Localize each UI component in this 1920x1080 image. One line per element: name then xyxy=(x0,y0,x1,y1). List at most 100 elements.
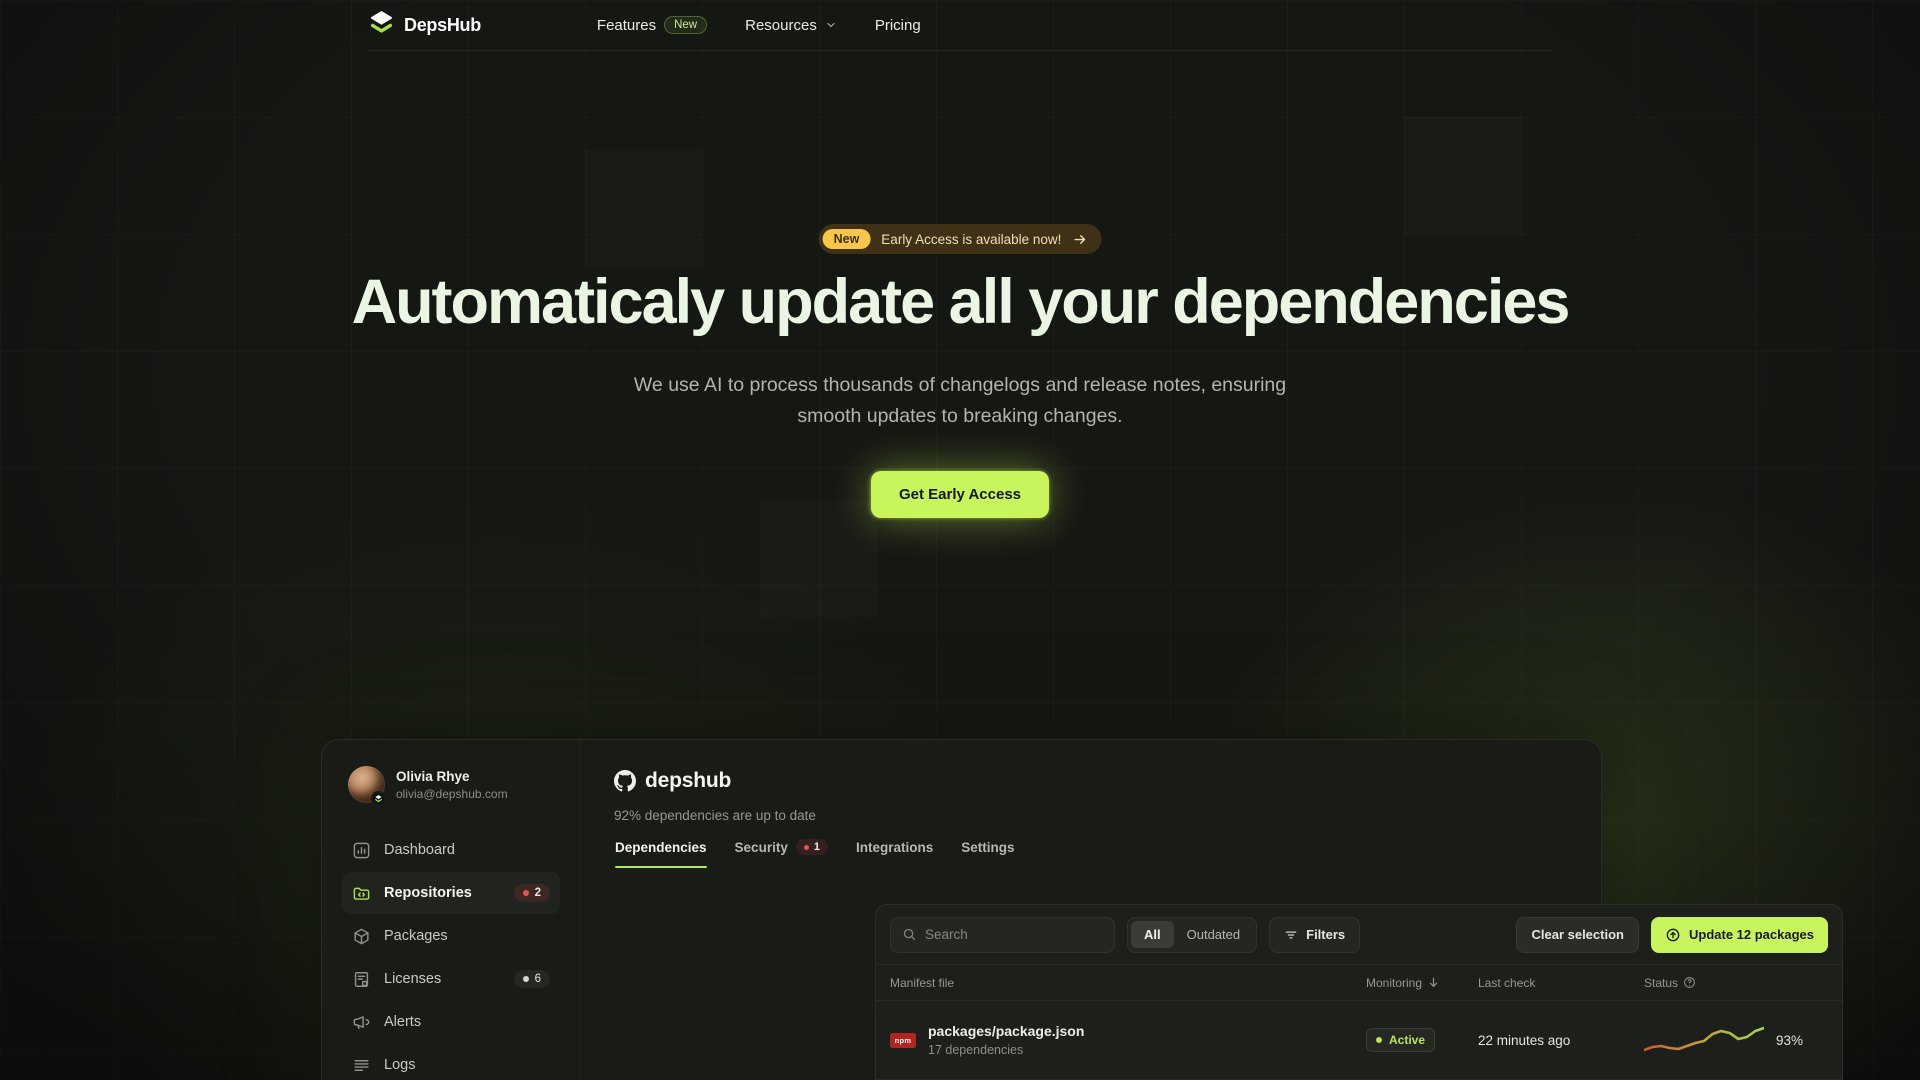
red-dot-icon xyxy=(523,890,529,896)
repo-header: depshub xyxy=(614,769,731,793)
filters-label: Filters xyxy=(1306,927,1345,942)
hero-title: Automaticaly update all your dependencie… xyxy=(0,266,1920,338)
licenses-icon xyxy=(352,970,371,989)
repo-summary: 92% dependencies are up to date xyxy=(614,808,816,823)
segment-outdated[interactable]: Outdated xyxy=(1174,921,1254,948)
tab-dependencies[interactable]: Dependencies xyxy=(615,839,707,868)
segment-all[interactable]: All xyxy=(1131,921,1174,948)
grid-highlight-cell xyxy=(585,150,702,267)
column-monitoring[interactable]: Monitoring xyxy=(1366,976,1478,990)
sidebar-item-repositories[interactable]: Repositories 2 xyxy=(342,872,560,914)
column-status[interactable]: Status xyxy=(1644,976,1828,990)
column-label: Status xyxy=(1644,976,1678,990)
top-navbar: DepsHub Features New Resources Pricing xyxy=(368,0,1552,51)
nav-new-badge: New xyxy=(664,16,707,34)
sidebar-item-label: Packages xyxy=(384,928,448,944)
licenses-count-badge: 6 xyxy=(514,970,550,988)
clear-selection-button[interactable]: Clear selection xyxy=(1516,917,1639,953)
toolbar: All Outdated Filters Clear selection Upd… xyxy=(876,905,1842,964)
red-dot-icon xyxy=(804,845,809,850)
nav-item-label: Resources xyxy=(745,17,817,34)
monitoring-active-badge: Active xyxy=(1366,1028,1435,1052)
manifest-cell: npm packages/package.json 17 dependencie… xyxy=(890,1023,1366,1057)
help-circle-icon xyxy=(1683,976,1696,989)
column-manifest-file[interactable]: Manifest file xyxy=(890,976,1366,990)
packages-icon xyxy=(352,927,371,946)
nav-item-label: Pricing xyxy=(875,17,921,34)
search-input[interactable] xyxy=(925,927,1103,942)
status-sparkline-chart xyxy=(1644,1020,1764,1060)
table-row[interactable]: npm packages/package.json 17 dependencie… xyxy=(876,1001,1842,1079)
filters-button[interactable]: Filters xyxy=(1269,917,1360,953)
circle-arrow-up-icon xyxy=(1665,927,1681,943)
hero-subtitle-line: smooth updates to breaking changes. xyxy=(634,401,1286,432)
chevron-down-icon xyxy=(825,19,837,31)
sort-descending-icon xyxy=(1427,976,1440,989)
lime-dot-icon xyxy=(1376,1037,1382,1043)
neutral-dot-icon xyxy=(523,976,529,982)
sidebar-item-licenses[interactable]: Licenses 6 xyxy=(342,958,560,1000)
table-header: Manifest file Monitoring Last check Stat… xyxy=(876,964,1842,1001)
tab-label: Integrations xyxy=(856,840,933,855)
badge-count: 1 xyxy=(814,841,820,853)
depshub-logo-icon xyxy=(368,9,395,41)
sidebar-item-packages[interactable]: Packages xyxy=(342,915,560,957)
badge-count: 2 xyxy=(535,887,541,899)
tab-integrations[interactable]: Integrations xyxy=(856,839,933,868)
app-main: depshub 92% dependencies are up to date … xyxy=(580,740,1601,1080)
tab-label: Settings xyxy=(961,840,1014,855)
app-preview-card: Olivia Rhye olivia@depshub.com Dashboard… xyxy=(321,739,1602,1080)
nav-item-pricing[interactable]: Pricing xyxy=(875,17,921,34)
github-icon xyxy=(614,770,636,792)
monitoring-status: Active xyxy=(1389,1033,1425,1047)
sidebar-item-label: Alerts xyxy=(384,1014,421,1030)
nav-item-resources[interactable]: Resources xyxy=(745,17,837,34)
sidebar-item-dashboard[interactable]: Dashboard xyxy=(342,829,560,871)
nav-item-label: Features xyxy=(597,17,656,34)
get-early-access-button[interactable]: Get Early Access xyxy=(871,471,1049,518)
column-label: Last check xyxy=(1478,976,1535,990)
repo-name: depshub xyxy=(645,769,731,793)
last-check-cell: 22 minutes ago xyxy=(1478,1033,1644,1048)
search-icon xyxy=(902,927,917,942)
sidebar-item-label: Logs xyxy=(384,1057,415,1073)
sidebar-item-label: Repositories xyxy=(384,885,472,901)
early-access-banner[interactable]: New Early Access is available now! xyxy=(819,224,1102,254)
user-email: olivia@depshub.com xyxy=(396,787,508,801)
tab-label: Dependencies xyxy=(615,840,707,855)
depshub-avatar-badge-icon xyxy=(371,791,386,806)
search-input-wrapper[interactable] xyxy=(890,917,1115,953)
brand-name: DepsHub xyxy=(404,15,481,36)
security-count-badge: 1 xyxy=(796,839,828,855)
nav-item-features[interactable]: Features New xyxy=(597,16,707,34)
user-profile[interactable]: Olivia Rhye olivia@depshub.com xyxy=(342,766,560,803)
filter-segmented-control: All Outdated xyxy=(1127,917,1257,953)
npm-registry-icon: npm xyxy=(890,1033,916,1048)
column-label: Monitoring xyxy=(1366,976,1422,990)
tab-settings[interactable]: Settings xyxy=(961,839,1014,868)
tab-label: Security xyxy=(735,840,788,855)
sidebar-item-label: Licenses xyxy=(384,971,441,987)
grid-highlight-cell xyxy=(760,500,877,617)
logs-icon xyxy=(352,1056,371,1075)
sidebar-item-alerts[interactable]: Alerts xyxy=(342,1001,560,1043)
user-name: Olivia Rhye xyxy=(396,769,508,784)
manifest-dependency-count: 17 dependencies xyxy=(928,1043,1084,1057)
column-last-check[interactable]: Last check xyxy=(1478,976,1644,990)
brand-logo[interactable]: DepsHub xyxy=(368,9,481,41)
tab-security[interactable]: Security 1 xyxy=(735,839,828,868)
update-packages-button[interactable]: Update 12 packages xyxy=(1651,917,1828,953)
sidebar-item-logs[interactable]: Logs xyxy=(342,1044,560,1080)
avatar xyxy=(348,766,385,803)
sidebar-menu: Dashboard Repositories 2 Packages Licens… xyxy=(342,829,560,1080)
banner-new-badge: New xyxy=(823,229,871,249)
repositories-icon xyxy=(352,884,371,903)
sidebar-item-label: Dashboard xyxy=(384,842,455,858)
monitoring-cell: Active xyxy=(1366,1028,1478,1052)
dependencies-panel: All Outdated Filters Clear selection Upd… xyxy=(875,904,1843,1080)
hero-subtitle: We use AI to process thousands of change… xyxy=(634,370,1286,432)
nav-links: Features New Resources Pricing xyxy=(597,16,921,34)
hero-subtitle-line: We use AI to process thousands of change… xyxy=(634,370,1286,401)
alerts-icon xyxy=(352,1013,371,1032)
status-cell: 93% xyxy=(1644,1020,1828,1060)
